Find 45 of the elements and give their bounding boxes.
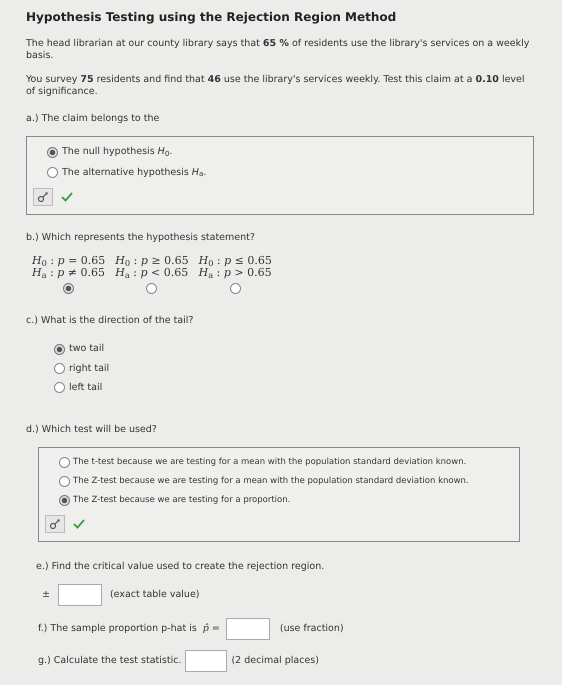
hint-text: (exact table value) bbox=[110, 588, 200, 602]
option-text: The null hypothesis H$_{0}$. bbox=[62, 145, 172, 160]
radio-button[interactable] bbox=[54, 382, 65, 394]
option-text: two tail bbox=[69, 342, 104, 356]
math-text: H$_{0}$ : p = 0.65 bbox=[32, 255, 106, 267]
question-text: d.) Which test will be used? bbox=[26, 424, 157, 435]
plus-minus-sign: ± bbox=[42, 588, 50, 602]
math-text: H$_{a}$ : p ≠ 0.65 bbox=[32, 267, 106, 279]
radio-button[interactable] bbox=[47, 167, 58, 178]
answer-field[interactable] bbox=[226, 618, 270, 640]
math-text: H$_{0}$ : p ≥ 0.65 bbox=[115, 255, 189, 267]
math-text: H$_{0}$ : p ≤ 0.65 bbox=[198, 255, 272, 267]
radio-button[interactable] bbox=[54, 344, 65, 355]
option-text: The t-test because we are testing for a mean with the population standard deviation known. bbox=[73, 456, 466, 469]
radio-button[interactable] bbox=[63, 283, 74, 294]
math-text: H$_{a}$ : p > 0.65 bbox=[198, 267, 272, 279]
radio-button[interactable] bbox=[59, 494, 70, 506]
question-text: f.) The sample proportion p-hat is bbox=[38, 622, 197, 636]
question-text: a.) The claim belongs to the bbox=[26, 113, 160, 124]
option-text: left tail bbox=[69, 380, 102, 395]
option-text: right tail bbox=[69, 362, 110, 376]
option-text: The Z-test because we are testing for a mean with the population standard deviation known. bbox=[73, 475, 469, 488]
hint-text: (use fraction) bbox=[280, 622, 344, 636]
radio-button[interactable] bbox=[59, 457, 70, 468]
math-text: H$_{a}$ : p < 0.65 bbox=[115, 267, 189, 279]
math-text: p̂ = bbox=[202, 622, 220, 636]
problem-text: You survey 75 residents and find that 46 use the library's services weekly. Test this claim at a 0.10 level of significance. bbox=[26, 74, 525, 97]
radio-button[interactable] bbox=[230, 283, 241, 294]
answer-field[interactable] bbox=[58, 584, 102, 606]
question-text: b.) Which represents the hypothesis statement? bbox=[26, 232, 255, 243]
question-text: e.) Find the critical value used to create the rejection region. bbox=[36, 560, 324, 572]
radio-button[interactable] bbox=[47, 146, 58, 158]
question-text: g.) Calculate the test statistic. bbox=[38, 654, 182, 668]
question-text: c.) What is the direction of the tail? bbox=[26, 315, 194, 326]
option-text: The alternative hypothesis H$_{a}$. bbox=[62, 166, 206, 180]
radio-button[interactable] bbox=[146, 283, 158, 294]
answer-field[interactable] bbox=[185, 650, 228, 672]
key-icon[interactable] bbox=[33, 188, 53, 206]
page-title: Hypothesis Testing using the Rejection Region Method bbox=[26, 9, 398, 26]
hint-text: (2 decimal places) bbox=[231, 654, 319, 668]
key-icon[interactable] bbox=[45, 514, 65, 532]
radio-button[interactable] bbox=[54, 363, 65, 374]
problem-text: The head librarian at our county library says that 65 % of residents use the library's services on a weekly basis. bbox=[26, 38, 530, 61]
radio-button[interactable] bbox=[59, 476, 70, 487]
option-text: The Z-test because we are testing for a proportion. bbox=[73, 494, 290, 506]
